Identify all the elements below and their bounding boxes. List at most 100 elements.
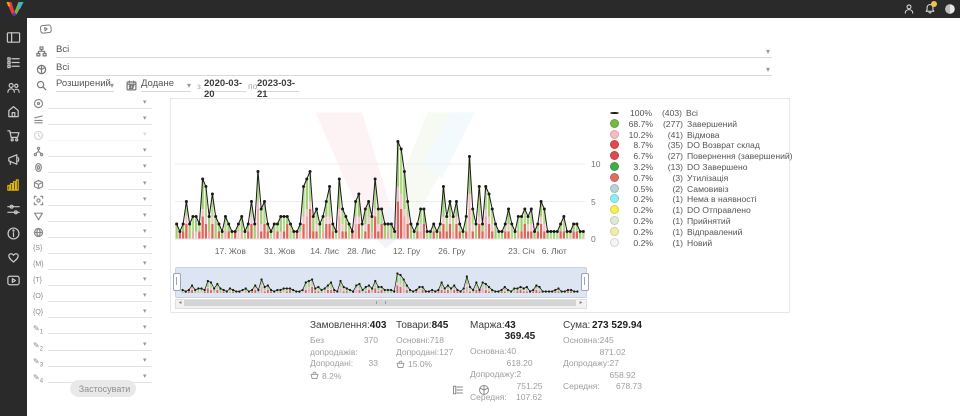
stat-sub-value: 718 [430, 335, 444, 347]
rail-item-analytics-icon[interactable] [6, 177, 21, 192]
chevron-down-icon: ▾ [143, 98, 147, 106]
legend-item[interactable]: 6.7%(27)Повернення (завершений) [610, 151, 793, 162]
rail-item-customers-icon[interactable] [6, 80, 21, 95]
stat-value: 403 [370, 320, 387, 331]
stat-column: Сума:273 529.94Основна:245 871.02Допрода… [563, 320, 642, 393]
date-to-input[interactable]: 2023-03-21 [257, 78, 299, 92]
apply-button[interactable]: Застосувати [70, 380, 136, 397]
basket-icon [310, 371, 319, 380]
date-from-value: 2020-03-20 [204, 78, 242, 100]
bell-icon[interactable] [924, 3, 936, 15]
legend-count: (277) [657, 119, 683, 129]
date-field-select[interactable]: Додане ▾ [141, 78, 191, 92]
network-filter-icon [33, 146, 44, 157]
rail-item-marketing-icon[interactable] [6, 152, 21, 167]
legend-percent: 0.2% [623, 227, 653, 237]
legend-item[interactable]: 8.7%(35)DO Возврат склад [610, 140, 760, 151]
legend-percent: 6.7% [623, 151, 653, 161]
legend-item[interactable]: 68.7%(277)Завершений [610, 119, 737, 130]
rail-item-dashboard-icon[interactable] [6, 30, 21, 45]
legend-item[interactable]: 0.2%(1)Відправлений [610, 227, 742, 238]
rail-item-cart-icon[interactable] [6, 128, 21, 143]
category-filter-value: Всі [56, 44, 69, 55]
rail-item-video-icon[interactable] [6, 273, 21, 288]
rail-item-partners-icon[interactable] [6, 250, 21, 265]
legend-percent: 8.7% [623, 140, 653, 150]
scroll-right-arrow[interactable]: ▸ [577, 299, 585, 307]
scrollbar-thumb[interactable] [184, 300, 576, 306]
stat-sub-value: 245 871.02 [600, 335, 642, 358]
filter-dropdown-11[interactable] [48, 257, 152, 270]
legend-item[interactable]: 3.2%(13)DO Завершено [610, 162, 747, 173]
rail-item-orders-icon[interactable] [6, 55, 21, 70]
filter-dropdown-8[interactable] [48, 209, 152, 222]
category-filter-field[interactable]: Всі ▾ [56, 44, 772, 58]
filter-dropdown-9[interactable] [48, 225, 152, 238]
y-tick-0: 0 [591, 234, 596, 244]
filter-dropdown-7[interactable] [48, 193, 152, 206]
nav-rail [0, 18, 27, 416]
legend-dot-marker [610, 119, 619, 128]
rail-item-store-icon[interactable] [6, 104, 21, 119]
scroll-left-arrow[interactable]: ◂ [176, 299, 184, 307]
legend-item[interactable]: 0.2%(1)Новий [610, 238, 712, 249]
filter-dropdown-1[interactable] [48, 96, 152, 109]
legend-dot-marker [610, 205, 619, 214]
stat-sub-label: Без допродажів: [310, 335, 364, 358]
filter-dropdown-4[interactable] [48, 144, 152, 157]
filter-dropdown-3[interactable] [48, 128, 152, 141]
navigator-handle-right[interactable] [581, 273, 589, 291]
legend-count: (403) [656, 108, 682, 118]
calendar-icon: 17 [126, 80, 138, 92]
legend-item[interactable]: 0.2%(1)DO Отправлено [610, 205, 751, 216]
filter-dropdown-14[interactable] [48, 305, 152, 318]
legend-item[interactable]: 0.7%(3)Утилізація [610, 173, 728, 184]
filter-dropdown-12[interactable] [48, 273, 152, 286]
filter-dropdown-2[interactable] [48, 112, 152, 125]
search-mode-select[interactable]: Розширений ▾ [56, 78, 114, 92]
rail-item-info-icon[interactable] [6, 226, 21, 241]
filter-dropdown-16[interactable] [48, 338, 152, 351]
legend-count: (2) [657, 184, 683, 194]
date-field-value: Додане [141, 78, 174, 89]
pencil-filter-icon: ✎3 [33, 356, 44, 367]
list-view-icon[interactable] [452, 384, 464, 396]
navigator-handle-left[interactable] [173, 273, 181, 291]
legend-item[interactable]: 0.5%(2)Самовивіз [610, 184, 729, 195]
chevron-down-icon: ▾ [143, 356, 147, 364]
chevron-down-icon: ▾ [143, 114, 147, 122]
brand-logo-icon[interactable] [5, 1, 25, 17]
avatar-icon[interactable] [944, 3, 956, 15]
stat-title: Маржа: [470, 320, 505, 342]
date-from-input[interactable]: 2020-03-20 [204, 78, 246, 92]
filter-dropdown-10[interactable] [48, 241, 152, 254]
rail-item-settings-icon[interactable] [6, 202, 21, 217]
legend-label: Відмова [687, 130, 720, 140]
package-view-icon[interactable] [478, 384, 490, 396]
filter-dropdown-17[interactable] [48, 354, 152, 367]
legend-count: (27) [657, 151, 683, 161]
filter-dropdown-5[interactable] [48, 160, 152, 173]
legend-item[interactable]: 100%(403)Всі [610, 108, 698, 119]
legend-count: (35) [657, 140, 683, 150]
legend-count: (1) [657, 194, 683, 204]
filter-dropdown-6[interactable] [48, 177, 152, 190]
video-tutorial-icon[interactable] [39, 22, 60, 38]
stat-sub-value: 370 [364, 335, 378, 358]
legend-item[interactable]: 0.2%(1)Нема в наявності [610, 194, 756, 205]
orders-chart[interactable] [175, 103, 585, 241]
user-icon[interactable] [903, 3, 915, 15]
legend-percent: 10.2% [623, 130, 653, 140]
legend-item[interactable]: 0.2%(1)Прийнятий [610, 216, 731, 227]
filter-dropdown-13[interactable] [48, 289, 152, 302]
search-icon[interactable] [36, 80, 48, 92]
x-tick: 26. Гру [438, 246, 465, 256]
horizontal-scrollbar[interactable] [175, 299, 587, 309]
filter-dropdown-15[interactable] [48, 321, 152, 334]
stat-title: Замовлення: [310, 320, 370, 331]
globe-filter-icon [33, 98, 44, 109]
legend-percent: 0.2% [623, 205, 653, 215]
date-from-label: з [197, 81, 201, 91]
legend-item[interactable]: 10.2%(41)Відмова [610, 130, 720, 141]
product-filter-field[interactable]: Всі ▾ [56, 62, 772, 76]
